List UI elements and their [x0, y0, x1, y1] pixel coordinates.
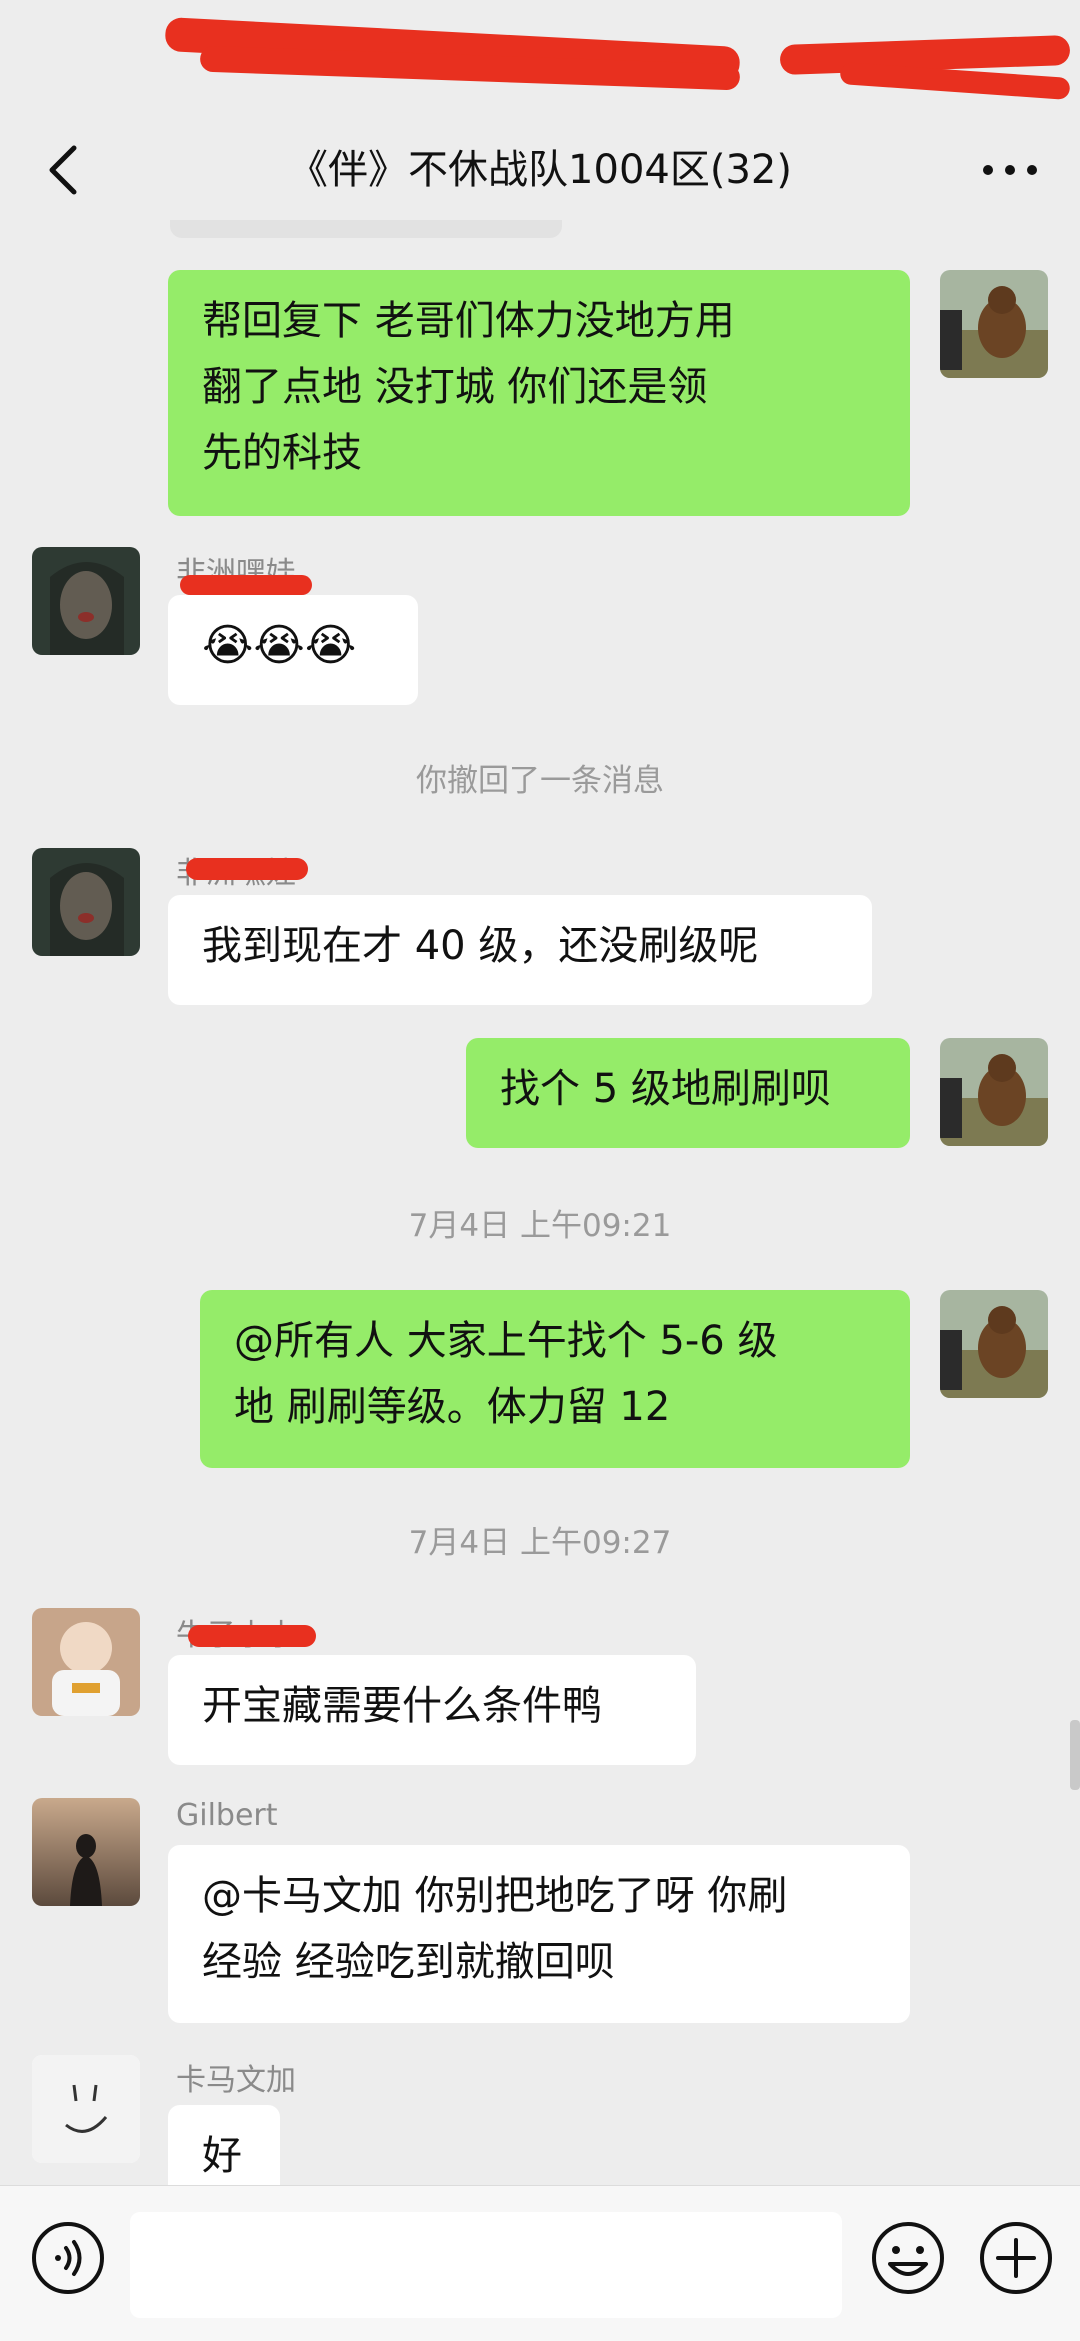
sender-name: 卡马文加 — [176, 2063, 296, 2098]
woman-avatar-image — [32, 547, 140, 655]
chat-header: 《伴》不休战队1004区(32) — [0, 120, 1080, 220]
sender-avatar[interactable] — [32, 547, 140, 655]
timestamp: 7月4日 上午09:27 — [408, 1525, 672, 1561]
message-text-line: 翻了点地 没打城 你们还是领 — [202, 364, 708, 410]
voice-button[interactable] — [28, 2218, 108, 2298]
smiley-avatar-image — [32, 2055, 140, 2163]
message-text: 好 — [202, 2133, 242, 2179]
bear-avatar-image — [940, 1038, 1048, 1146]
sender-avatar[interactable] — [32, 848, 140, 956]
message-text-line: 经验 经验吃到就撤回呗 — [202, 1939, 615, 1985]
woman-avatar-image — [32, 848, 140, 956]
plus-circle-icon — [980, 2222, 1052, 2294]
sender-avatar[interactable] — [32, 1608, 140, 1716]
voice-icon — [32, 2222, 104, 2294]
message-text-line: 地 刷刷等级。体力留 12 — [234, 1384, 671, 1430]
my-avatar[interactable] — [940, 1290, 1048, 1398]
my-avatar[interactable] — [940, 1038, 1048, 1146]
sender-avatar[interactable] — [32, 2055, 140, 2163]
message-bubble[interactable]: 帮回复下 老哥们体力没地方用 翻了点地 没打城 你们还是领 先的科技 — [168, 270, 910, 516]
status-bar — [0, 0, 1080, 120]
sender-avatar[interactable] — [32, 1798, 140, 1906]
redaction-mark — [188, 1625, 316, 1647]
message-bubble[interactable]: @所有人 大家上午找个 5-6 级 地 刷刷等级。体力留 12 — [200, 1290, 910, 1468]
message-bubble[interactable]: 我到现在才 40 级，还没刷级呢 — [168, 895, 872, 1005]
add-button[interactable] — [976, 2218, 1056, 2298]
input-bar — [0, 2185, 1080, 2341]
silhouette-avatar-image — [32, 1798, 140, 1906]
sender-name: Gilbert — [176, 1798, 278, 1833]
message-text-line: @卡马文加 你别把地吃了呀 你刷 — [202, 1873, 788, 1919]
message-text-line: 先的科技 — [202, 430, 362, 476]
cropped-message-bubble — [170, 220, 562, 238]
emoji-text: 😭😭😭 — [202, 620, 357, 671]
emoji-icon — [872, 2222, 944, 2294]
message-bubble[interactable]: 开宝藏需要什么条件鸭 — [168, 1655, 696, 1765]
more-button[interactable] — [970, 130, 1050, 210]
message-list[interactable]: 帮回复下 老哥们体力没地方用 翻了点地 没打城 你们还是领 先的科技 非洲嘿娃 … — [0, 220, 1080, 2185]
child-avatar-image — [32, 1608, 140, 1716]
redaction-mark — [186, 858, 308, 880]
message-bubble[interactable]: 找个 5 级地刷刷呗 — [466, 1038, 910, 1148]
more-dots-icon — [983, 165, 1037, 175]
message-text-line: @所有人 大家上午找个 5-6 级 — [234, 1318, 778, 1364]
message-input[interactable] — [130, 2212, 842, 2318]
message-text-line: 帮回复下 老哥们体力没地方用 — [202, 298, 735, 344]
bear-avatar-image — [940, 1290, 1048, 1398]
message-text: 开宝藏需要什么条件鸭 — [202, 1683, 602, 1729]
timestamp: 7月4日 上午09:21 — [408, 1208, 672, 1244]
chat-title: 《伴》不休战队1004区(32) — [288, 147, 792, 193]
my-avatar[interactable] — [940, 270, 1048, 378]
system-notice: 你撤回了一条消息 — [416, 763, 664, 799]
message-bubble[interactable]: 好 — [168, 2105, 280, 2185]
message-bubble[interactable]: 😭😭😭 — [168, 595, 418, 705]
emoji-button[interactable] — [868, 2218, 948, 2298]
bear-avatar-image — [940, 270, 1048, 378]
scroll-indicator[interactable] — [1070, 1720, 1080, 1790]
message-text: 我到现在才 40 级，还没刷级呢 — [202, 923, 759, 969]
message-text: 找个 5 级地刷刷呗 — [500, 1066, 831, 1112]
redaction-mark — [180, 575, 312, 595]
message-bubble[interactable]: @卡马文加 你别把地吃了呀 你刷 经验 经验吃到就撤回呗 — [168, 1845, 910, 2023]
